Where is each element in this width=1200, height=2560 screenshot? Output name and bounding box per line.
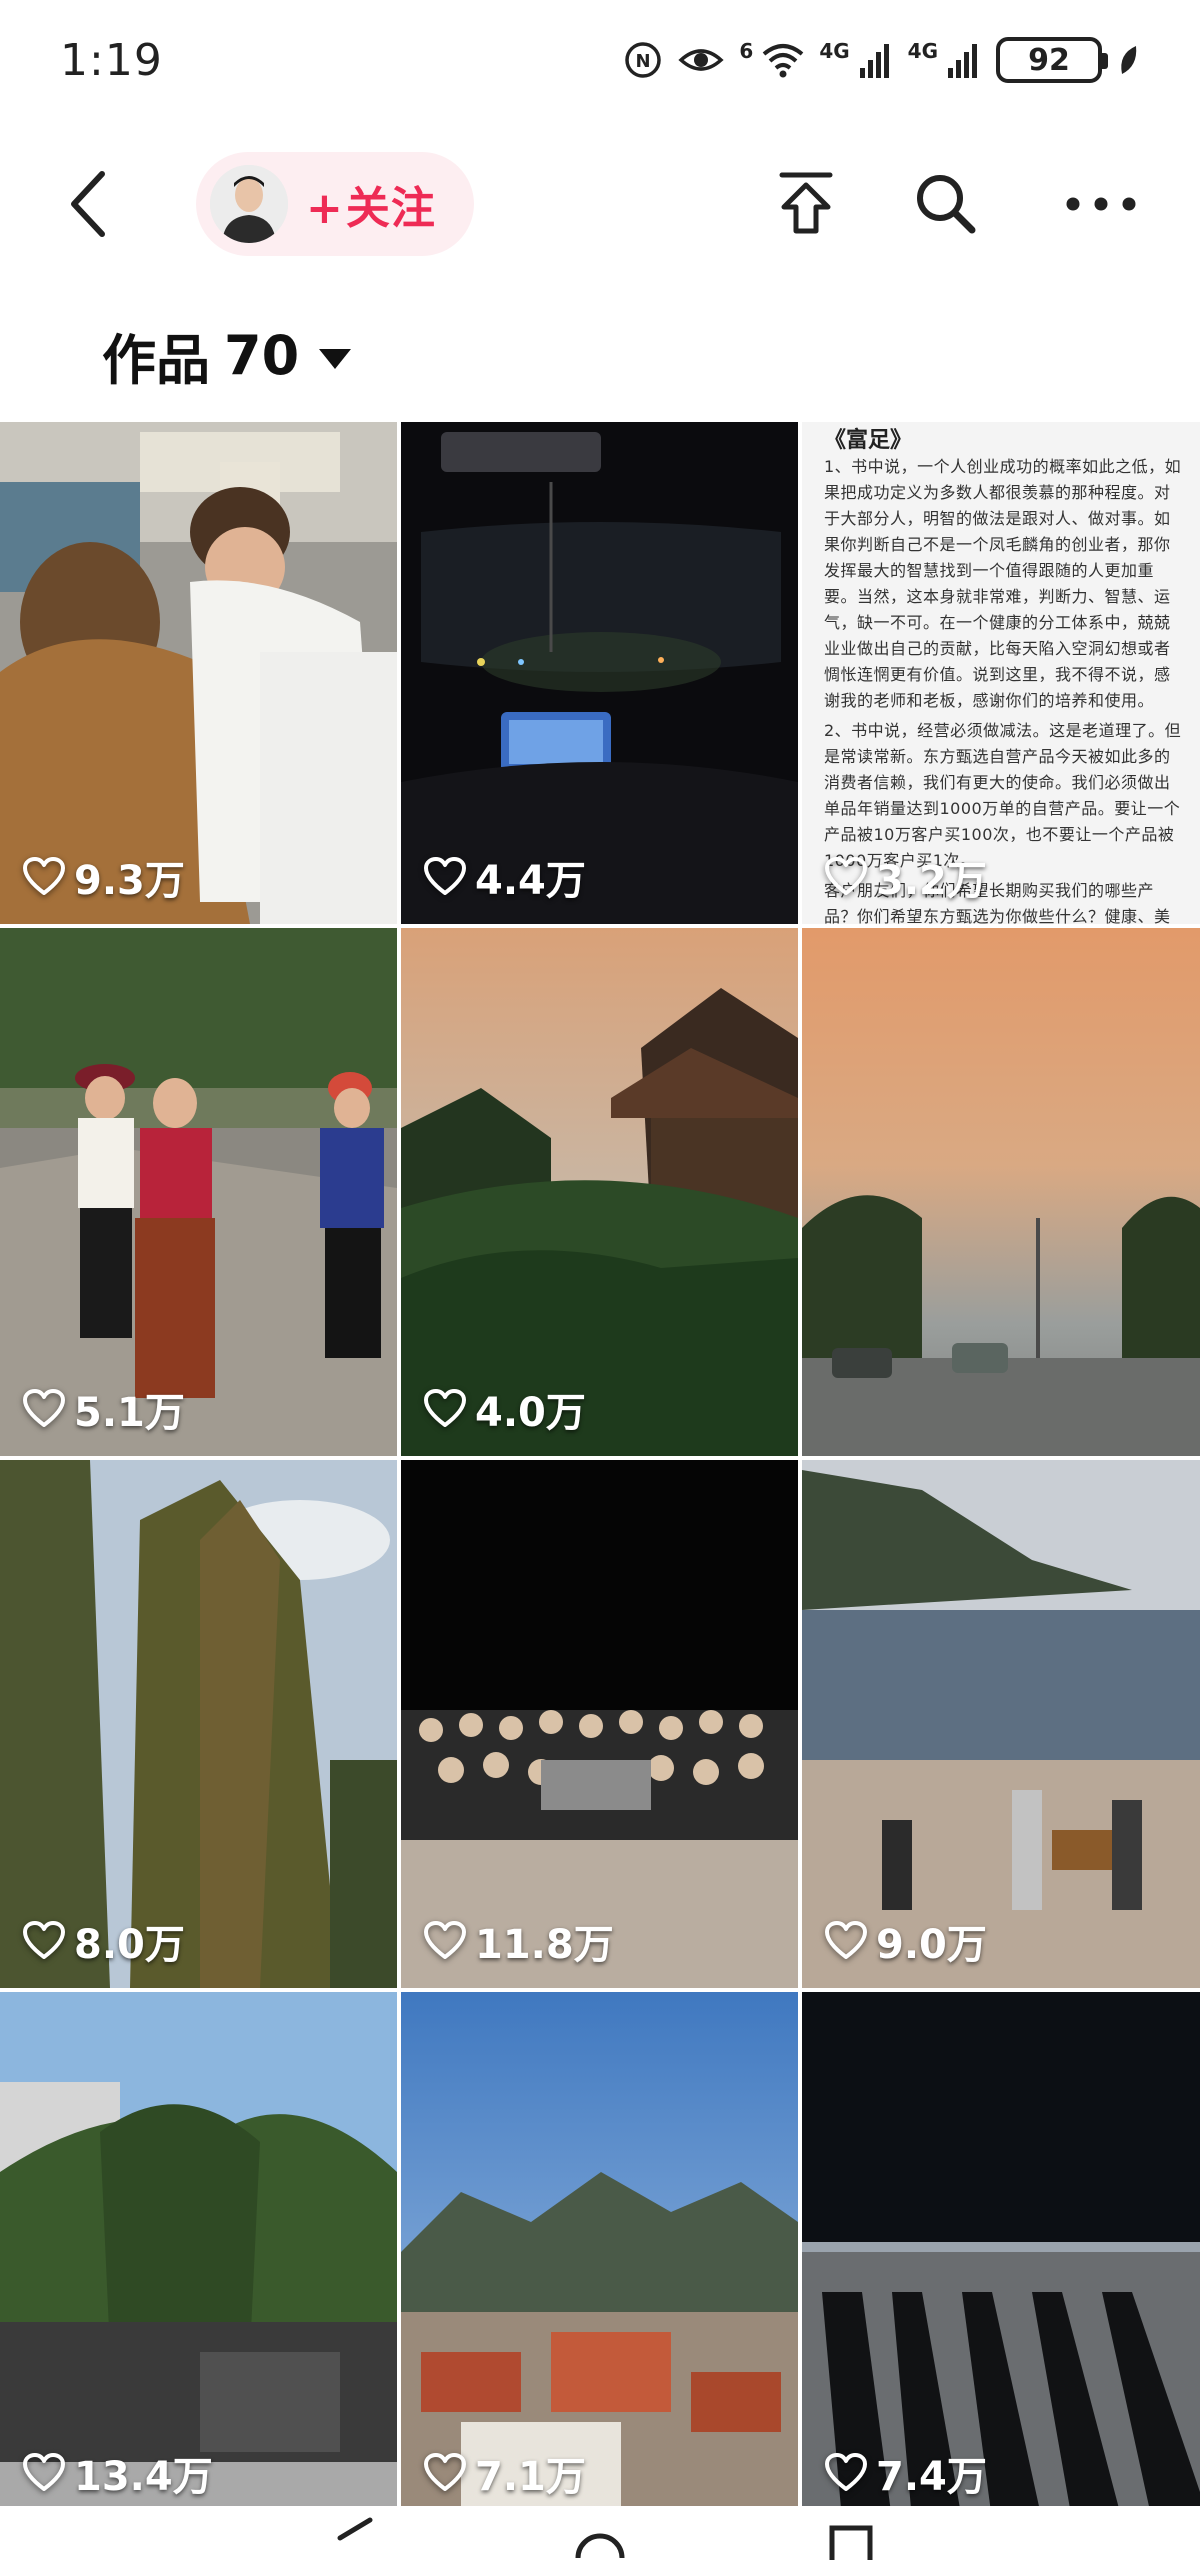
post-image <box>401 1460 798 1988</box>
wifi-gen-label: 6 <box>739 39 754 63</box>
nav-home-icon[interactable] <box>570 2514 630 2560</box>
battery-indicator: 92 <box>996 37 1108 83</box>
like-count: 7.4万 <box>824 2444 987 2502</box>
cell2-gen-label: 4G <box>907 39 938 63</box>
back-button[interactable] <box>48 164 128 244</box>
avatar[interactable] <box>210 165 288 243</box>
like-count-text: 11.8万 <box>475 1922 614 1968</box>
post-image <box>401 928 798 1456</box>
like-count: 3.2万 <box>824 848 987 906</box>
heart-icon <box>424 857 466 895</box>
more-icon <box>1066 197 1136 211</box>
nfc-icon: N <box>625 42 662 78</box>
works-grid: 9.3万 4.4万 《富足》 1、书中说，一个人创业成功的概率如此之低，如果把成… <box>0 422 1200 2520</box>
cell1-gen-label: 4G <box>819 39 850 63</box>
more-button[interactable] <box>1060 166 1142 242</box>
like-count: 7.1万 <box>423 2444 586 2502</box>
nav-back-icon[interactable] <box>330 2516 380 2560</box>
post-thumbnail[interactable]: 4.4万 <box>401 422 798 924</box>
wifi-icon <box>763 44 804 78</box>
post-thumbnail[interactable]: 9.3万 <box>0 422 397 924</box>
like-count: 13.4万 <box>22 2444 213 2502</box>
heart-icon <box>825 2453 867 2491</box>
status-bar: 1:19 N 6 4G 4G 92 <box>0 0 1200 120</box>
like-count: 4.0万 <box>423 1380 586 1438</box>
battery-level: 92 <box>1028 42 1070 78</box>
post-thumbnail[interactable]: 7.1万 <box>401 1992 798 2520</box>
heart-icon <box>424 1921 466 1959</box>
post-thumbnail[interactable]: 9.0万 <box>802 1460 1200 1988</box>
share-icon <box>779 172 833 234</box>
caret-down-icon <box>319 348 352 369</box>
like-count: 5.1万 <box>22 1380 185 1438</box>
search-button[interactable] <box>908 166 984 242</box>
system-nav-bar <box>0 2506 1200 2560</box>
like-count-text: 4.0万 <box>475 1390 586 1436</box>
signal-icon-2 <box>948 44 977 78</box>
like-count: 9.3万 <box>22 848 185 906</box>
heart-icon <box>825 857 867 895</box>
doc-title: 《富足》 <box>824 428 913 453</box>
like-count-text: 8.0万 <box>74 1922 185 1968</box>
eye-icon <box>678 49 725 71</box>
works-count: 70 <box>224 324 300 387</box>
follow-text: 关注 <box>345 183 436 234</box>
top-nav: +关注 <box>0 140 1200 270</box>
like-count-text: 7.4万 <box>876 2454 987 2500</box>
like-count: 4.4万 <box>423 848 586 906</box>
signal-icon-1 <box>859 44 889 78</box>
post-thumbnail[interactable]: 5.1万 <box>0 928 397 1456</box>
works-title: 作品 <box>102 329 210 392</box>
like-count: 8.0万 <box>22 1912 185 1970</box>
post-thumbnail[interactable]: 《富足》 1、书中说，一个人创业成功的概率如此之低，如果把成功定义为多数人都很羡… <box>802 422 1200 924</box>
like-count-text: 7.1万 <box>475 2454 586 2500</box>
post-image <box>401 1992 798 2520</box>
nav-recents-icon[interactable] <box>826 2520 876 2560</box>
heart-icon <box>23 2453 65 2491</box>
post-thumbnail[interactable]: 4.0万 <box>401 928 798 1456</box>
svg-text:N: N <box>636 51 651 72</box>
like-count-text: 9.0万 <box>876 1922 987 1968</box>
follow-plus: + <box>306 183 344 234</box>
post-image <box>0 928 397 1456</box>
avatar-image <box>210 165 288 243</box>
post-thumbnail[interactable] <box>802 928 1200 1456</box>
like-count-text: 9.3万 <box>74 858 185 904</box>
doc-paragraph: 1、书中说，一个人创业成功的概率如此之低，如果把成功定义为多数人都很羡慕的那种程… <box>824 457 1182 710</box>
leaf-icon <box>1121 46 1137 74</box>
heart-icon <box>23 857 65 895</box>
share-button[interactable] <box>768 166 844 242</box>
back-arrow-icon <box>71 171 105 237</box>
status-icons: N 6 4G 4G 92 <box>623 37 1140 83</box>
post-thumbnail[interactable]: 11.8万 <box>401 1460 798 1988</box>
like-count-text: 5.1万 <box>74 1390 185 1436</box>
post-image <box>0 1460 397 1988</box>
heart-icon <box>424 2453 466 2491</box>
post-thumbnail[interactable]: 7.4万 <box>802 1992 1200 2520</box>
heart-icon <box>23 1921 65 1959</box>
post-image <box>0 1992 397 2520</box>
status-time: 1:19 <box>60 34 163 86</box>
like-count-text: 3.2万 <box>876 858 987 904</box>
heart-icon <box>825 1921 867 1959</box>
post-thumbnail[interactable]: 13.4万 <box>0 1992 397 2520</box>
heart-icon <box>424 1389 466 1427</box>
like-count: 11.8万 <box>423 1912 614 1970</box>
follow-button[interactable]: +关注 <box>306 172 436 236</box>
heart-icon <box>23 1389 65 1427</box>
search-icon <box>917 175 976 234</box>
like-count-text: 4.4万 <box>475 858 586 904</box>
post-image <box>802 928 1200 1456</box>
works-filter-dropdown[interactable]: 作品 70 <box>102 316 352 395</box>
post-image <box>802 1460 1200 1988</box>
post-thumbnail[interactable]: 8.0万 <box>0 1460 397 1988</box>
profile-follow-pill[interactable]: +关注 <box>196 152 474 256</box>
post-image <box>802 1992 1200 2520</box>
like-count-text: 13.4万 <box>74 2454 213 2500</box>
like-count: 9.0万 <box>824 1912 987 1970</box>
